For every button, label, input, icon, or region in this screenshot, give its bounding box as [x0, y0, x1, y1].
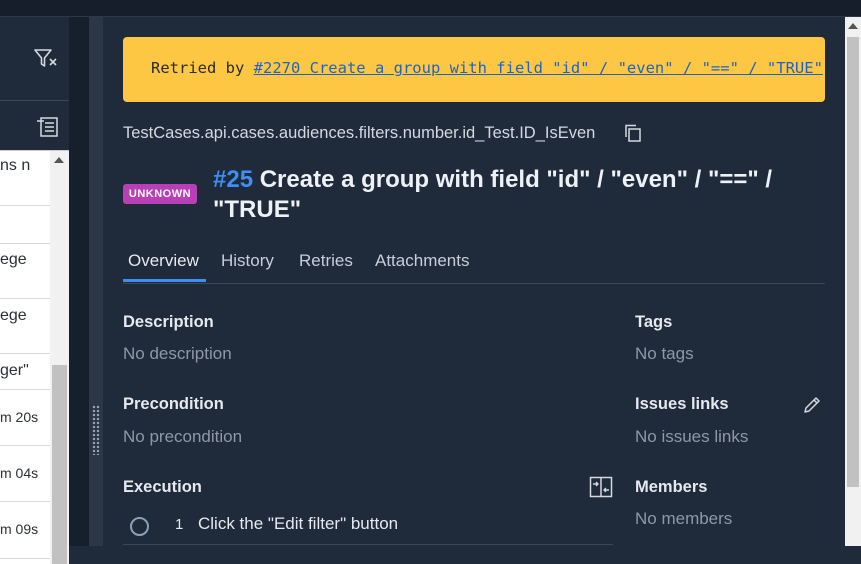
banner-prefix: Retried by: [151, 59, 254, 77]
panel-gutter: [69, 17, 89, 546]
list-divider: [0, 389, 50, 390]
step-text[interactable]: Click the "Edit filter" button: [198, 514, 398, 534]
members-value[interactable]: No members: [635, 509, 732, 529]
toggle-expected-results-icon[interactable]: [589, 475, 613, 499]
list-divider: [0, 558, 50, 559]
tab-overview[interactable]: Overview: [128, 251, 199, 271]
main-scrollbar[interactable]: [845, 17, 861, 546]
precondition-label: Precondition: [123, 395, 224, 413]
list-divider: [0, 445, 50, 446]
list-divider: [0, 298, 50, 299]
test-path: TestCases.api.cases.audiences.filters.nu…: [123, 124, 596, 142]
list-item[interactable]: m 20s: [0, 409, 38, 425]
retried-by-banner: Retried by #2270 Create a group with fie…: [123, 37, 825, 102]
tab-bar: Overview History Retries Attachments: [123, 249, 825, 284]
list-item[interactable]: m 09s: [0, 521, 38, 537]
list-item[interactable]: m 04s: [0, 465, 38, 481]
precondition-value[interactable]: No precondition: [123, 427, 242, 447]
list-item[interactable]: ns n: [0, 157, 30, 175]
tab-attachments[interactable]: Attachments: [375, 251, 470, 271]
issues-links-value[interactable]: No issues links: [635, 427, 748, 447]
drag-grip-icon[interactable]: [92, 405, 100, 455]
clear-filter-icon[interactable]: [33, 47, 59, 71]
issues-links-label: Issues links: [635, 395, 729, 413]
list-item[interactable]: ege: [0, 307, 27, 325]
tab-retries[interactable]: Retries: [299, 251, 353, 271]
test-title: Create a group with field "id" / "even" …: [213, 166, 773, 223]
page-title: #25 Create a group with field "id" / "ev…: [213, 165, 833, 225]
tags-value[interactable]: No tags: [635, 344, 694, 364]
left-panel: ns n ege ege ger" m 20s m 04s m 09s: [0, 17, 69, 564]
test-number: #25: [213, 166, 254, 193]
list-divider: [0, 205, 50, 206]
scroll-up-arrow-icon[interactable]: [848, 23, 858, 29]
main-scroll-thumb[interactable]: [847, 37, 859, 487]
list-item[interactable]: ege: [0, 251, 27, 269]
retried-by-link[interactable]: #2270 Create a group with field "id" / "…: [254, 59, 823, 77]
list-item[interactable]: ger": [0, 362, 29, 380]
members-label: Members: [635, 478, 708, 496]
list-divider: [0, 243, 50, 244]
list-divider: [0, 501, 50, 502]
description-label: Description: [123, 313, 214, 331]
step-divider: [123, 544, 613, 545]
step-status-circle[interactable]: [130, 517, 149, 536]
left-list-scroll-thumb[interactable]: [52, 365, 67, 564]
scroll-up-arrow-icon[interactable]: [54, 157, 64, 163]
copy-icon[interactable]: [624, 124, 642, 142]
left-list-scrollbar[interactable]: [50, 151, 69, 564]
status-badge: UNKNOWN: [123, 184, 197, 204]
step-number: 1: [175, 516, 184, 533]
description-value[interactable]: No description: [123, 344, 232, 364]
list-divider: [0, 353, 50, 354]
banner-text: Retried by #2270 Create a group with fie…: [151, 59, 823, 77]
top-bar: [0, 0, 861, 17]
left-panel-separator: [0, 100, 69, 101]
active-tab-indicator: [123, 279, 206, 282]
panel-resize-handle[interactable]: [89, 17, 103, 546]
tags-label: Tags: [635, 313, 673, 331]
edit-pencil-icon[interactable]: [802, 395, 822, 415]
execution-label: Execution: [123, 478, 202, 496]
tab-history[interactable]: History: [221, 251, 274, 271]
list-view-icon[interactable]: [36, 115, 60, 139]
test-case-list: ns n ege ege ger" m 20s m 04s m 09s: [0, 150, 69, 564]
